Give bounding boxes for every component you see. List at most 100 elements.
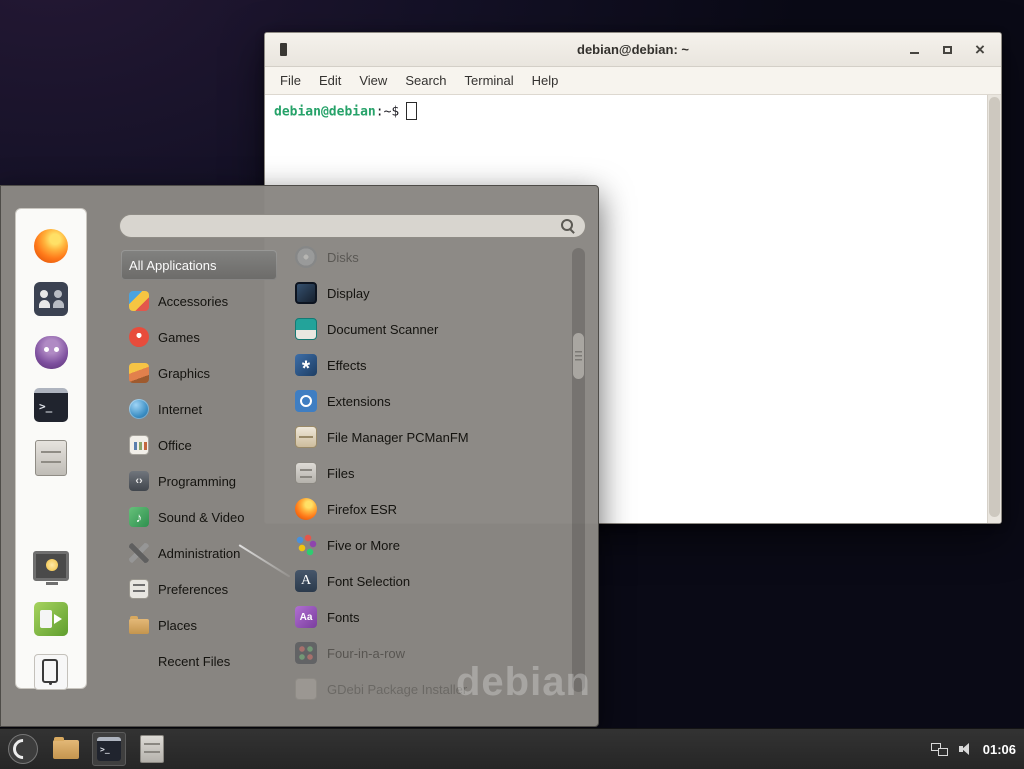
app-item-extensions[interactable]: Extensions [289, 386, 569, 416]
favorite-firefox[interactable] [33, 228, 69, 264]
category-accessories[interactable]: Accessories [121, 286, 277, 316]
app-item-disks[interactable]: Disks [289, 242, 569, 272]
app-item-document-scanner[interactable]: Document Scanner [289, 314, 569, 344]
favorite-terminal[interactable] [33, 387, 69, 423]
app-item-display[interactable]: Display [289, 278, 569, 308]
app-item-file-manager-pcmanfm[interactable]: File Manager PCManFM [289, 422, 569, 452]
file-cabinet-icon [140, 735, 164, 763]
display-clock-icon [33, 551, 69, 581]
menubar-view[interactable]: View [350, 69, 396, 92]
maximize-icon [943, 46, 952, 54]
debian-watermark: debian [456, 660, 591, 705]
display-icon [295, 282, 317, 304]
internet-globe-icon [129, 399, 149, 419]
network-icon[interactable] [931, 743, 948, 756]
desktop: debian@debian: ~ File Edit View Search T… [0, 0, 1024, 768]
menubar-search[interactable]: Search [396, 69, 455, 92]
menu-launcher-button[interactable] [6, 732, 40, 766]
favorite-lock-screen[interactable] [33, 654, 69, 690]
launcher-icon [8, 734, 38, 764]
category-graphics[interactable]: Graphics [121, 358, 277, 388]
font-selection-icon [295, 570, 317, 592]
volume-icon[interactable] [959, 742, 972, 756]
sound-video-icon [129, 507, 149, 527]
menubar-edit[interactable]: Edit [310, 69, 350, 92]
taskbar-left [6, 729, 169, 769]
file-manager-icon [295, 426, 317, 448]
terminal-prompt-line: debian@debian:~$ [265, 95, 1001, 121]
disks-icon [295, 246, 317, 268]
category-recent-files[interactable]: Recent Files [121, 646, 277, 676]
category-list: All Applications Accessories Games Graph… [121, 250, 277, 682]
users-icon [34, 282, 68, 316]
app-list: Disks Display Document Scanner Effects E… [289, 242, 569, 720]
favorites-panel [15, 208, 87, 689]
document-scanner-icon [295, 318, 317, 340]
minimize-icon [910, 52, 919, 54]
logout-icon [34, 602, 68, 636]
terminal-menubar: File Edit View Search Terminal Help [265, 67, 1001, 95]
app-item-five-or-more[interactable]: Five or More [289, 530, 569, 560]
app-menu: All Applications Accessories Games Graph… [0, 185, 599, 727]
taskbar: 01:06 [0, 728, 1024, 769]
programming-icon [129, 471, 149, 491]
app-item-effects[interactable]: Effects [289, 350, 569, 380]
app-list-scrollbar-thumb[interactable] [573, 333, 584, 379]
prompt-user-host: debian@debian [274, 105, 376, 120]
extensions-icon [295, 390, 317, 412]
blank-icon-spacer [129, 651, 149, 671]
terminal-scrollbar-thumb[interactable] [989, 97, 1000, 517]
prompt-path: :~$ [376, 105, 399, 120]
favorite-file-cabinet[interactable] [33, 440, 69, 476]
gdebi-icon [295, 678, 317, 700]
close-button[interactable] [967, 38, 993, 62]
app-item-font-selection[interactable]: Font Selection [289, 566, 569, 596]
window-title: debian@debian: ~ [265, 42, 1001, 57]
category-internet[interactable]: Internet [121, 394, 277, 424]
favorite-chat-app[interactable] [33, 334, 69, 370]
category-sound-video[interactable]: Sound & Video [121, 502, 277, 532]
places-folder-icon [129, 619, 149, 634]
file-cabinet-icon [35, 440, 67, 476]
menubar-help[interactable]: Help [523, 69, 568, 92]
fonts-icon [295, 606, 317, 628]
menubar-file[interactable]: File [271, 69, 310, 92]
terminal-icon [97, 737, 121, 761]
maximize-button[interactable] [934, 38, 960, 62]
system-tray: 01:06 [931, 729, 1016, 769]
terminal-cursor [406, 102, 417, 120]
app-item-fonts[interactable]: Fonts [289, 602, 569, 632]
app-list-scrollbar[interactable] [572, 248, 585, 692]
office-icon [129, 435, 149, 455]
category-preferences[interactable]: Preferences [121, 574, 277, 604]
favorite-logout[interactable] [33, 601, 69, 637]
category-programming[interactable]: Programming [121, 466, 277, 496]
minimize-button[interactable] [901, 38, 927, 62]
games-icon [129, 327, 149, 347]
category-places[interactable]: Places [121, 610, 277, 640]
taskbar-file-manager-button[interactable] [49, 732, 83, 766]
administration-icon [129, 543, 149, 563]
terminal-titlebar[interactable]: debian@debian: ~ [265, 33, 1001, 67]
search-icon [561, 219, 576, 234]
accessories-icon [129, 291, 149, 311]
favorite-users[interactable] [33, 281, 69, 317]
firefox-icon [34, 229, 68, 263]
category-all-applications[interactable]: All Applications [121, 250, 277, 280]
category-games[interactable]: Games [121, 322, 277, 352]
taskbar-clock[interactable]: 01:06 [983, 742, 1016, 757]
favorite-display-settings[interactable] [33, 548, 69, 584]
menubar-terminal[interactable]: Terminal [456, 69, 523, 92]
chat-app-icon [35, 336, 68, 369]
five-or-more-icon [295, 534, 317, 556]
firefox-icon [295, 498, 317, 520]
terminal-icon [34, 388, 68, 422]
search-input[interactable] [130, 216, 555, 236]
app-item-firefox-esr[interactable]: Firefox ESR [289, 494, 569, 524]
terminal-scrollbar[interactable] [987, 95, 1001, 524]
app-item-files[interactable]: Files [289, 458, 569, 488]
taskbar-files-button[interactable] [135, 732, 169, 766]
graphics-icon [129, 363, 149, 383]
taskbar-terminal-button[interactable] [92, 732, 126, 766]
category-office[interactable]: Office [121, 430, 277, 460]
